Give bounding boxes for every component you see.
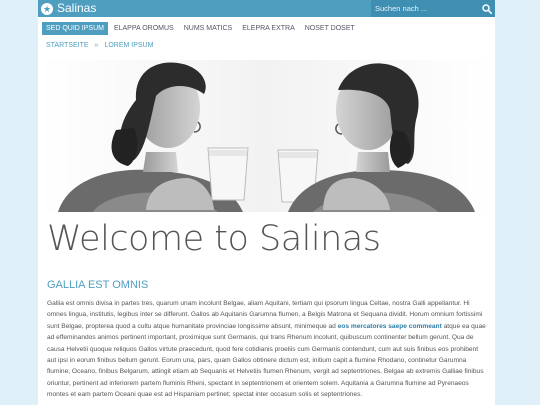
main-nav: SED QUID IPSUM ELAPPA OROMUS NUMS MATICS… <box>42 22 361 35</box>
page-heading: Welcome to Salinas <box>47 219 381 259</box>
nav-item-sed-quid-ipsum[interactable]: SED QUID IPSUM <box>42 22 108 35</box>
search-box <box>371 0 495 17</box>
nav-item-nums-matics[interactable]: NUMS MATICS <box>180 22 236 35</box>
breadcrumb-current[interactable]: LOREM IPSUM <box>104 42 153 49</box>
left-milk-glass <box>207 147 249 201</box>
top-bar: ★ Salinas <box>38 0 495 17</box>
paragraph-link[interactable]: eos mercatores saepe commeant <box>338 323 442 330</box>
search-input[interactable] <box>371 0 479 17</box>
breadcrumb-home-link[interactable]: STARTSEITE <box>46 42 89 49</box>
hero-illustration <box>38 60 495 212</box>
nav-item-noset-doset[interactable]: NOSET DOSET <box>301 22 359 35</box>
nav-item-elepra-extra[interactable]: ELEPRA EXTRA <box>238 22 299 35</box>
nav-item-elappa-oromus[interactable]: ELAPPA OROMUS <box>110 22 178 35</box>
body-paragraph: Gallia est omnis divisa in partes tres, … <box>47 298 488 401</box>
page-container: ★ Salinas SED QUID IPSUM ELAPPA OROMUS N… <box>38 0 495 405</box>
search-icon <box>482 3 492 14</box>
site-logo[interactable]: ★ Salinas <box>41 1 96 16</box>
breadcrumb: STARTSEITE » LOREM IPSUM <box>46 42 153 49</box>
site-title[interactable]: Salinas <box>57 1 96 16</box>
search-button[interactable] <box>479 0 495 17</box>
section-title: GALLIA EST OMNIS <box>47 279 149 291</box>
breadcrumb-separator: » <box>94 42 99 49</box>
paragraph-text-end: atque ea quae ad effeminandos animos per… <box>47 322 486 399</box>
star-circle-icon: ★ <box>41 2 53 15</box>
hero-image <box>38 60 495 212</box>
